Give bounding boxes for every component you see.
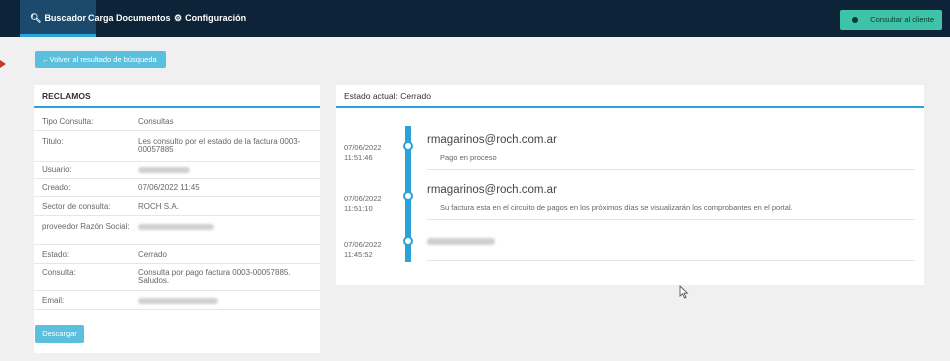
timeline-user: rmagarinos@roch.com.ar xyxy=(427,184,557,196)
back-button-label: Volver al resultado de búsqueda xyxy=(49,55,157,64)
timeline-message: Su factura esta en el circuito de pagos … xyxy=(440,203,793,212)
entry-date: 07/06/2022 xyxy=(344,240,382,249)
status-title: Estado actual: Cerrado xyxy=(336,85,924,108)
timeline-date: 07/06/2022 11:45:52 xyxy=(344,240,382,260)
nav-item-carga-documentos[interactable]: Carga Documentos xyxy=(88,0,171,37)
info-value: Consultas xyxy=(138,117,174,126)
timeline-divider xyxy=(427,169,915,170)
entry-time: 11:45:52 xyxy=(344,250,373,259)
gear-icon: ⚙ xyxy=(174,13,183,23)
row-divider xyxy=(34,130,320,131)
timeline-dot xyxy=(403,191,413,201)
info-label: proveedor Razón Social: xyxy=(42,222,130,231)
status-card: Estado actual: Cerrado xyxy=(336,85,924,285)
info-value: ROCH S.A. xyxy=(138,202,179,211)
red-arrow-marker xyxy=(0,60,6,68)
info-value-redacted xyxy=(138,297,310,305)
consult-client-label: Consultar al cliente xyxy=(870,15,934,24)
timeline-dot xyxy=(403,141,413,151)
info-label: Titulo: xyxy=(42,137,64,146)
entry-time: 11:51:10 xyxy=(344,204,373,213)
row-divider xyxy=(34,161,320,162)
timeline-user-redacted xyxy=(427,236,495,248)
chat-icon xyxy=(852,17,858,23)
download-button[interactable]: Descargar xyxy=(35,325,84,343)
timeline-date: 07/06/2022 11:51:46 xyxy=(344,143,382,163)
entry-date: 07/06/2022 xyxy=(344,143,382,152)
info-label: Email: xyxy=(42,296,65,305)
nav-item-label: Configuración xyxy=(185,13,247,23)
search-icon: 🔍︎ xyxy=(30,13,42,23)
row-divider xyxy=(34,263,320,264)
row-divider xyxy=(34,178,320,179)
timeline-message: Pago en proceso xyxy=(440,153,497,162)
entry-date: 07/06/2022 xyxy=(344,194,382,203)
row-divider xyxy=(34,290,320,291)
top-navbar: 🔍︎ Buscador Carga Documentos ⚙ Configuraci… xyxy=(0,0,950,37)
row-divider xyxy=(34,244,320,245)
info-value-redacted xyxy=(138,223,310,231)
info-value: 07/06/2022 11:45 xyxy=(138,183,200,192)
nav-item-label: Carga Documentos xyxy=(88,13,171,23)
info-label: Usuario: xyxy=(42,165,72,174)
nav-item-label: Buscador xyxy=(44,13,86,23)
timeline-divider xyxy=(427,219,915,220)
consult-client-button[interactable]: Consultar al cliente xyxy=(840,10,942,30)
mouse-cursor-icon xyxy=(679,284,689,301)
row-divider xyxy=(34,309,320,310)
back-arrow-icon: ← xyxy=(42,55,50,64)
timeline-divider xyxy=(427,260,915,261)
info-label: Tipo Consulta: xyxy=(42,117,94,126)
info-value: Les consulto por el estado de la factura… xyxy=(138,137,301,154)
timeline-date: 07/06/2022 11:51:10 xyxy=(344,194,382,214)
timeline-user: rmagarinos@roch.com.ar xyxy=(427,134,557,146)
nav-item-buscador[interactable]: 🔍︎ Buscador xyxy=(20,0,96,37)
row-divider xyxy=(34,196,320,197)
info-label: Consulta: xyxy=(42,268,76,277)
info-value: Cerrado xyxy=(138,250,167,259)
back-to-results-button[interactable]: ←Volver al resultado de búsqueda xyxy=(35,51,166,68)
claims-title: RECLAMOS xyxy=(34,85,320,108)
info-label: Estado: xyxy=(42,250,70,259)
info-label: Sector de consulta: xyxy=(42,202,111,211)
info-label: Creado: xyxy=(42,183,71,192)
claims-card: RECLAMOS Tipo Consulta: Consultas Titulo… xyxy=(34,85,320,353)
entry-time: 11:51:46 xyxy=(344,153,373,162)
row-divider xyxy=(34,215,320,216)
info-value-redacted xyxy=(138,166,310,174)
info-value: Consulta por pago factura 0003-00057885.… xyxy=(138,268,291,285)
nav-item-configuracion[interactable]: ⚙ Configuración xyxy=(174,0,246,37)
timeline-dot xyxy=(403,236,413,246)
